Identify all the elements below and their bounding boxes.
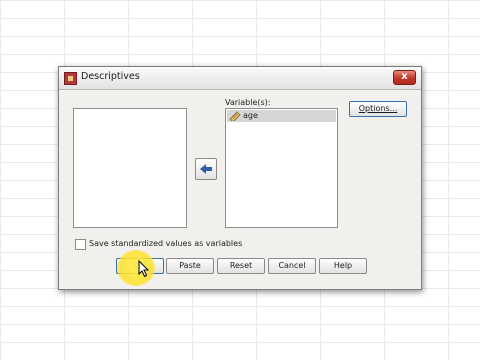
help-button[interactable]: Help [319,258,367,274]
save-standardized-label: Save standardized values as variables [89,239,243,248]
variable-name: age [243,111,258,120]
source-variable-list[interactable] [73,108,187,228]
app-icon [64,72,77,85]
descriptives-dialog: Descriptives x Variable(s): age Options.… [58,66,422,290]
dialog-titlebar[interactable]: Descriptives x [59,67,421,90]
cancel-button[interactable]: Cancel [268,258,316,274]
paste-button[interactable]: Paste [166,258,214,274]
close-button[interactable]: x [393,70,416,85]
move-variable-button[interactable] [195,158,217,180]
variables-label: Variable(s): [225,98,271,107]
ruler-icon [229,111,241,121]
mouse-pointer-icon [138,260,150,278]
reset-button[interactable]: Reset [217,258,265,274]
list-item[interactable]: age [227,110,336,122]
dialog-title: Descriptives [81,71,140,82]
options-button[interactable]: Options... [349,101,407,117]
target-variable-list[interactable]: age [225,108,338,228]
arrow-right-icon [200,164,212,174]
save-standardized-checkbox[interactable] [75,239,86,250]
